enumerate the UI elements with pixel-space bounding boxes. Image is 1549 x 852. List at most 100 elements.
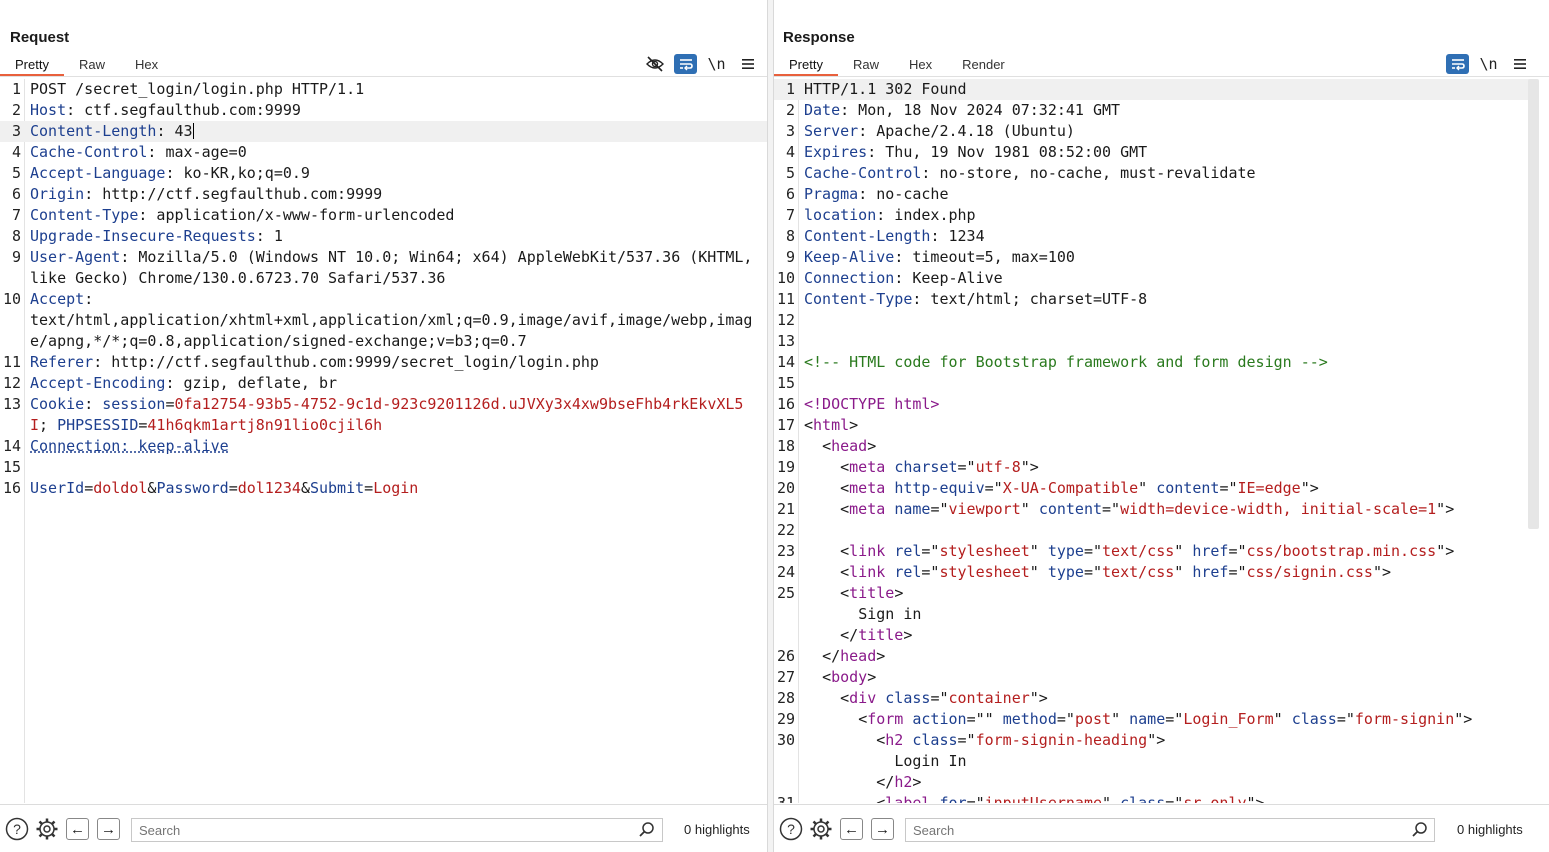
code-token: css/signin.css xyxy=(1246,563,1373,581)
line-text: Expires: Thu, 19 Nov 1981 08:52:00 GMT xyxy=(804,142,1529,163)
request-editor[interactable]: 1 POST /secret_login/login.php HTTP/1.1 2 H… xyxy=(0,79,767,803)
wrap-lines-toggle[interactable] xyxy=(674,54,697,74)
code-token: : application/x-www-form-urlencoded xyxy=(138,206,455,224)
settings-button[interactable] xyxy=(809,817,833,841)
line-number: 14 xyxy=(2,437,21,455)
line-number: 16 xyxy=(776,395,795,413)
help-button[interactable]: ? xyxy=(5,817,29,841)
code-token: Server xyxy=(804,122,859,140)
code-token: : index.php xyxy=(876,206,976,224)
response-footer: ? ← → 0 highlights xyxy=(774,804,1549,852)
line-number: 1 xyxy=(785,80,795,98)
next-button[interactable]: → xyxy=(871,818,894,840)
response-menu-button[interactable] xyxy=(1508,54,1531,74)
code-token: text/css xyxy=(1102,542,1175,560)
code-token: "> xyxy=(1436,542,1455,560)
gear-icon xyxy=(36,818,58,840)
code-token: & xyxy=(300,479,310,497)
show-newlines-toggle[interactable]: \n xyxy=(705,54,728,74)
line-number: 23 xyxy=(776,542,795,560)
line-number: 15 xyxy=(776,374,795,392)
code-line: 26 </head> xyxy=(774,646,1529,667)
previous-button[interactable]: ← xyxy=(66,818,89,840)
code-line: 3 Content-Length: 43 xyxy=(0,121,767,142)
response-editor[interactable]: 1 HTTP/1.1 302 Found 2 Date: Mon, 18 Nov 20… xyxy=(774,79,1549,803)
response-scrollbar[interactable] xyxy=(1528,79,1539,529)
gear-icon xyxy=(810,818,832,840)
code-line: 16 UserId=doldol&Password=dol1234&Submit=… xyxy=(0,478,767,499)
code-token: viewport xyxy=(948,500,1021,518)
code-line: 5 Accept-Language: ko-KR,ko;q=0.9 xyxy=(0,163,767,184)
code-token: =" xyxy=(1336,710,1355,728)
code-token: =" xyxy=(1165,794,1184,803)
line-text: Accept-Encoding: gzip, deflate, br xyxy=(30,373,767,394)
line-number: 15 xyxy=(2,458,21,476)
code-token: Keep-Alive xyxy=(804,248,895,266)
code-token: = xyxy=(364,479,374,497)
code-token: < xyxy=(804,458,850,476)
code-token: POST /secret_login/login.php HTTP/1.1 xyxy=(30,80,365,98)
response-pane: Response Pretty Raw Hex Render \n 1 HTTP/… xyxy=(773,0,1549,852)
request-tab-raw[interactable]: Raw xyxy=(64,53,120,77)
code-token: User-Agent xyxy=(30,248,121,266)
code-token: UserId xyxy=(30,479,85,497)
code-token: " xyxy=(1111,710,1130,728)
response-tab-pretty[interactable]: Pretty xyxy=(774,53,838,77)
code-line: 3 Server: Apache/2.4.18 (Ubuntu) xyxy=(774,121,1529,142)
response-tab-render[interactable]: Render xyxy=(947,53,1020,77)
code-token: =" xyxy=(930,689,949,707)
code-token: " xyxy=(1273,710,1292,728)
code-token: =" xyxy=(930,500,949,518)
line-text: <!DOCTYPE html> xyxy=(804,394,1529,415)
line-text: <link rel="stylesheet" type="text/css" h… xyxy=(804,541,1529,562)
line-text: Keep-Alive: timeout=5, max=100 xyxy=(804,247,1529,268)
code-token: inputUsername xyxy=(984,794,1103,803)
newline-icon: \n xyxy=(707,55,726,73)
code-token: : Mon, 18 Nov 2024 07:32:41 GMT xyxy=(840,101,1121,119)
line-number: 12 xyxy=(776,311,795,329)
code-token: PHPSESSID xyxy=(57,416,139,434)
response-tab-raw[interactable]: Raw xyxy=(838,53,894,77)
previous-button[interactable]: ← xyxy=(840,818,863,840)
line-text: <h2 class="form-signin-heading"> Login I… xyxy=(804,730,1529,793)
code-token: : http://ctf.segfaulthub.com:9999/secret… xyxy=(93,353,599,371)
response-search-input[interactable] xyxy=(905,818,1435,842)
code-token: Cookie xyxy=(30,395,85,413)
hide-nonprintable-toggle[interactable] xyxy=(643,54,666,74)
code-token: form-signin-heading xyxy=(975,731,1148,749)
code-token: =" xyxy=(921,542,940,560)
code-token: css/bootstrap.min.css xyxy=(1246,542,1437,560)
request-search-input[interactable] xyxy=(131,818,663,842)
code-token: Upgrade-Insecure-Requests xyxy=(30,227,256,245)
code-token: "> xyxy=(1020,458,1039,476)
code-token: : Apache/2.4.18 (Ubuntu) xyxy=(858,122,1075,140)
request-tab-pretty[interactable]: Pretty xyxy=(0,53,64,77)
code-token: > xyxy=(876,647,886,665)
request-menu-button[interactable] xyxy=(736,54,759,74)
code-token: = xyxy=(165,395,175,413)
code-line: 27 <body> xyxy=(774,667,1529,688)
settings-button[interactable] xyxy=(35,817,59,841)
code-token: type xyxy=(1047,563,1084,581)
wrap-lines-toggle[interactable] xyxy=(1446,54,1469,74)
request-tab-hex[interactable]: Hex xyxy=(120,53,173,77)
response-tab-hex[interactable]: Hex xyxy=(894,53,947,77)
code-token: = xyxy=(84,479,94,497)
code-token: action xyxy=(912,710,967,728)
line-text: Content-Length: 43 xyxy=(30,121,767,142)
tabs-divider xyxy=(774,76,1549,77)
code-token: method xyxy=(1002,710,1057,728)
code-token: Content-Length xyxy=(804,227,931,245)
code-token: " xyxy=(1020,500,1039,518)
line-text: Date: Mon, 18 Nov 2024 07:32:41 GMT xyxy=(804,100,1529,121)
show-newlines-toggle[interactable]: \n xyxy=(1477,54,1500,74)
help-button[interactable]: ? xyxy=(779,817,803,841)
code-token: = xyxy=(228,479,238,497)
code-line: 20 <meta http-equiv="X-UA-Compatible" co… xyxy=(774,478,1529,499)
code-line: 2 Host: ctf.segfaulthub.com:9999 xyxy=(0,100,767,121)
code-line: 24 <link rel="stylesheet" type="text/css… xyxy=(774,562,1529,583)
line-number: 11 xyxy=(776,290,795,308)
line-text: <link rel="stylesheet" type="text/css" h… xyxy=(804,562,1529,583)
next-button[interactable]: → xyxy=(97,818,120,840)
code-token: > xyxy=(867,668,877,686)
